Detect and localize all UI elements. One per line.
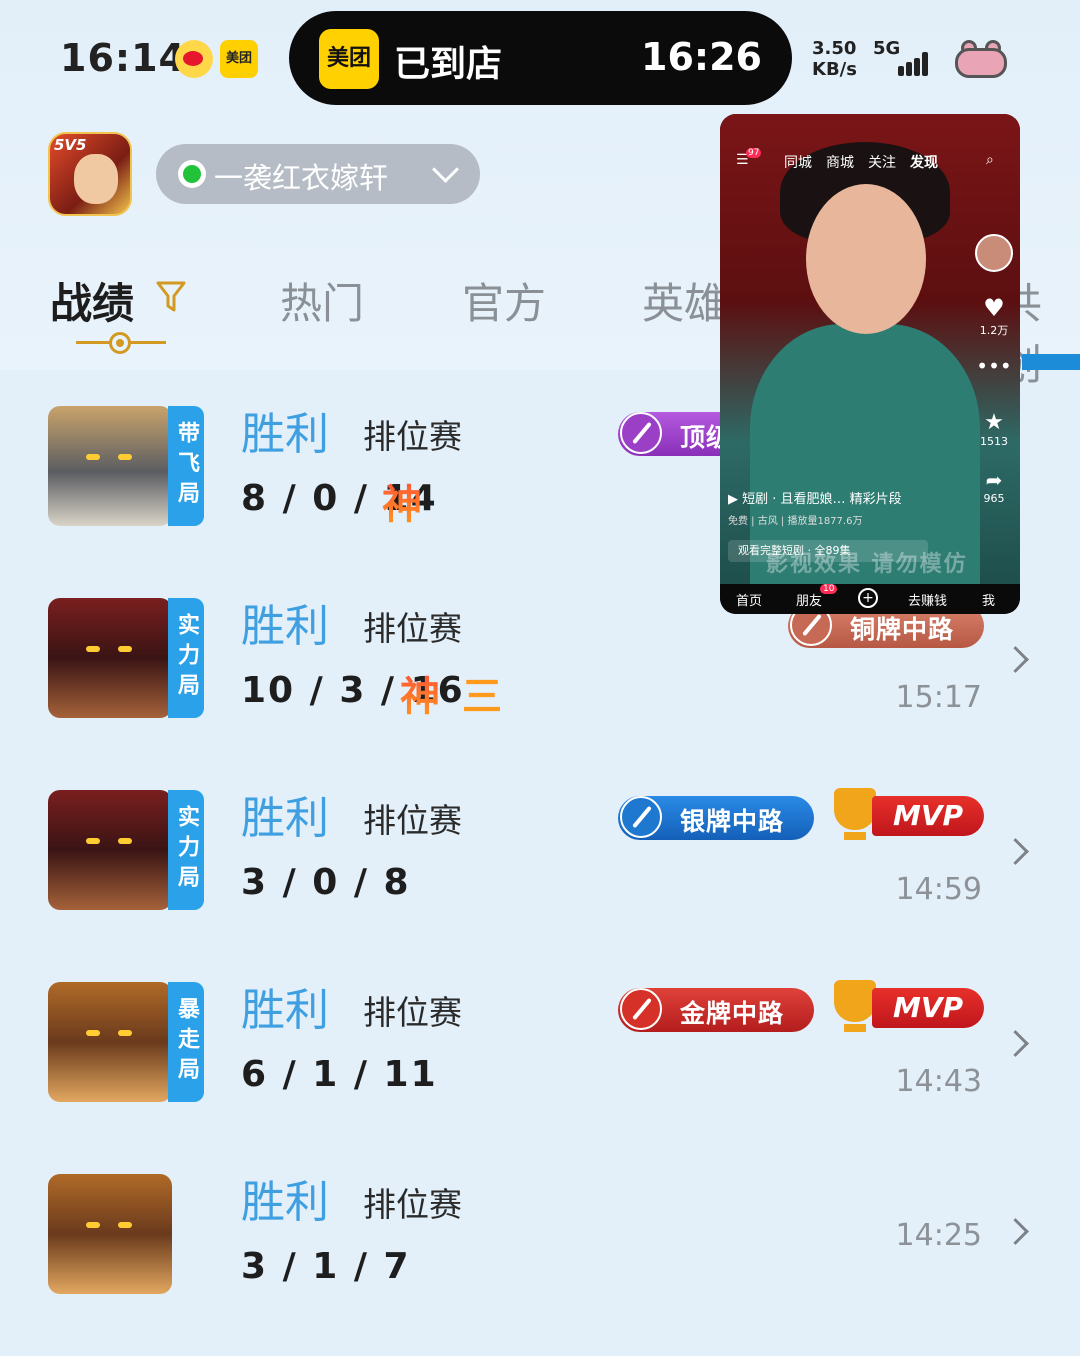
match-tag: 实力局 (168, 790, 204, 910)
match-time: 14:59 (895, 872, 982, 907)
chevron-right-icon[interactable] (1002, 646, 1029, 673)
tab-scroll-indicator (1022, 354, 1080, 370)
weibo-icon (175, 40, 213, 78)
nav-mall[interactable]: 商城 (826, 152, 854, 172)
nav-earn[interactable]: 去赚钱 (908, 590, 947, 609)
hero-avatar (48, 598, 172, 718)
position-badge: 金牌中路 (618, 988, 814, 1032)
honor-triple-kill: 三 (462, 674, 502, 720)
like-button[interactable]: ♥ 1.2万 (974, 294, 1014, 338)
match-row[interactable]: 实力局 胜利 排位赛 3 / 0 / 8 银牌中路 MVP 14:59 (0, 782, 1080, 972)
match-result: 胜利 (241, 409, 329, 460)
position-badge: 银牌中路 (618, 796, 814, 840)
heart-icon: ♥ (983, 294, 1005, 322)
match-mode: 排位赛 (363, 417, 462, 456)
hero-avatar (48, 406, 172, 526)
account-switcher[interactable]: 一袭红衣嫁轩 (156, 144, 480, 204)
honor-god: 神 (400, 664, 440, 722)
search-icon[interactable]: ⌕ (986, 152, 994, 168)
tab-hot[interactable]: 热门 (280, 270, 364, 331)
plus-icon[interactable]: + (858, 588, 878, 608)
video-caption[interactable]: ▶ 短剧 · 且看肥娘… 精彩片段 (728, 488, 968, 507)
match-mode: 排位赛 (363, 801, 462, 840)
chevron-right-icon[interactable] (1002, 1218, 1029, 1245)
dynamic-island[interactable]: 美团 已到店 16:26 (289, 11, 792, 105)
match-result: 胜利 (241, 793, 329, 844)
match-result: 胜利 (241, 1177, 329, 1228)
chevron-right-icon[interactable] (1002, 1030, 1029, 1057)
game-app-icon[interactable]: 5V5 (48, 132, 132, 216)
kda: 3 / 1 / 7 (241, 1246, 411, 1287)
nav-me[interactable]: 我 (982, 590, 995, 609)
match-mode: 排位赛 (363, 993, 462, 1032)
nav-follow[interactable]: 关注 (868, 152, 896, 172)
kda: 6 / 1 / 11 (241, 1054, 438, 1095)
hero-avatar (48, 1174, 172, 1294)
match-tag: 实力局 (168, 598, 204, 718)
share-icon: ➦ (985, 468, 1003, 492)
match-time: 14:25 (895, 1218, 982, 1253)
match-tag: 带飞局 (168, 406, 204, 526)
match-time: 14:43 (895, 1064, 982, 1099)
net-speed-value: 3.50 (812, 38, 857, 59)
match-row[interactable]: 实力局 胜利 排位赛 10 / 3 / 16 神 三 铜牌中路 15:17 (0, 590, 1080, 780)
hero-avatar (48, 982, 172, 1102)
avatar[interactable] (974, 234, 1014, 272)
star-icon: ★ (984, 410, 1004, 435)
nav-home[interactable]: 首页 (736, 590, 762, 609)
match-time: 15:17 (895, 680, 982, 715)
video-watermark: 影视效果 请勿模仿 (766, 552, 968, 577)
tab-heroes[interactable]: 英雄 (642, 270, 726, 331)
favorite-button[interactable]: ★ 1513 (974, 410, 1014, 448)
match-row[interactable]: 胜利 排位赛 3 / 1 / 7 14:25 (0, 1166, 1080, 1356)
video-person (806, 184, 926, 334)
honor-god: 神 (382, 472, 422, 530)
nav-local[interactable]: 同城 (784, 152, 812, 172)
net-speed: 3.50 KB/s (812, 38, 857, 80)
battery-icon (955, 40, 1011, 78)
match-result: 胜利 (241, 985, 329, 1036)
tab-indicator (76, 330, 166, 354)
match-row[interactable]: 暴走局 胜利 排位赛 6 / 1 / 11 金牌中路 MVP 14:43 (0, 974, 1080, 1164)
menu-badge: 97 (746, 148, 762, 158)
match-tag: 暴走局 (168, 982, 204, 1102)
trophy-icon (834, 980, 876, 1032)
video-bottom-nav: 首页 朋友 10 + 去赚钱 我 (720, 584, 1020, 614)
status-time: 16:14 (60, 36, 186, 80)
share-button[interactable]: ➦ 965 (974, 468, 1014, 505)
nav-friends[interactable]: 朋友 (796, 590, 822, 609)
tab-official[interactable]: 官方 (462, 270, 546, 331)
nav-discover[interactable]: 发现 (910, 152, 938, 172)
match-result: 胜利 (241, 601, 329, 652)
signal-icon (888, 50, 928, 76)
meituan-icon: 美团 (220, 40, 258, 78)
net-speed-unit: KB/s (812, 59, 857, 80)
comment-icon[interactable]: ••• (974, 354, 1014, 378)
delivery-status: 已到店 (394, 44, 503, 85)
kda: 3 / 0 / 8 (241, 862, 411, 903)
chevron-right-icon[interactable] (1002, 838, 1029, 865)
filter-icon[interactable] (156, 280, 186, 314)
player-name: 一袭红衣嫁轩 (214, 161, 389, 195)
trophy-icon (834, 788, 876, 840)
meituan-badge-icon: 美团 (319, 29, 379, 89)
island-time: 16:26 (641, 35, 762, 79)
online-status-icon (178, 160, 206, 188)
tab-record[interactable]: 战绩 (50, 270, 134, 331)
hero-avatar (48, 790, 172, 910)
mvp-badge: MVP (828, 978, 984, 1034)
mvp-badge: MVP (828, 786, 984, 842)
floating-video-window[interactable]: ☰ 97 同城 商城 关注 发现 ⌕ ♥ 1.2万 ••• ★ 1513 ➦ 9… (720, 114, 1020, 614)
video-meta: 免费 | 古风 | 播放量1877.6万 (728, 516, 863, 527)
chevron-down-icon (432, 156, 459, 183)
friends-badge: 10 (820, 584, 838, 594)
app-badge: 5V5 (54, 136, 87, 154)
match-mode: 排位赛 (363, 609, 462, 648)
match-mode: 排位赛 (363, 1185, 462, 1224)
